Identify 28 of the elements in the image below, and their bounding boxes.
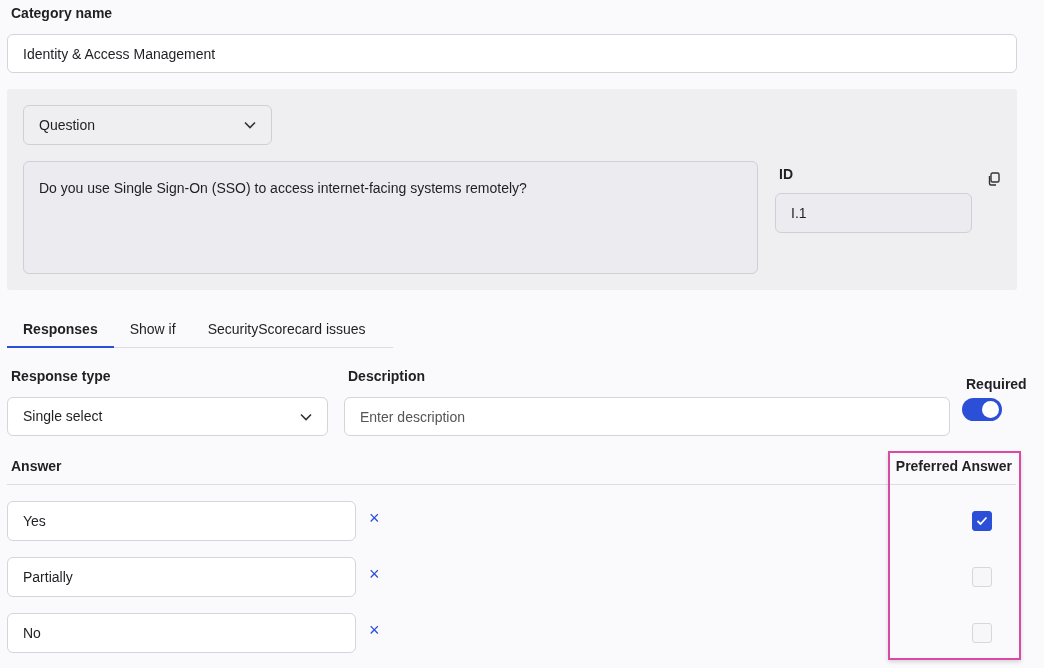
copy-icon[interactable] (987, 172, 1000, 186)
question-type-select[interactable]: Question (23, 105, 272, 145)
id-input[interactable]: I.1 (775, 193, 972, 233)
remove-answer-button[interactable]: × (369, 509, 380, 527)
checkmark-icon (976, 516, 988, 526)
category-name-input[interactable]: Identity & Access Management (7, 34, 1017, 73)
field-label: Description (347, 368, 426, 384)
tab[interactable]: SecurityScorecard issues (191, 312, 382, 348)
preferred-checkbox[interactable] (972, 511, 992, 531)
answer-input[interactable]: No (7, 613, 356, 653)
preferred-answer-column-header: Preferred Answer (895, 458, 1013, 474)
required-toggle[interactable] (962, 398, 1002, 421)
field-label: Response type (10, 368, 112, 384)
remove-answer-button[interactable]: × (369, 621, 380, 639)
chevron-down-icon (300, 412, 312, 421)
required-label: Required (966, 376, 1027, 392)
chevron-down-icon (244, 121, 256, 129)
description-input[interactable]: Enter description (344, 397, 950, 436)
answer-column-header: Answer (10, 458, 62, 474)
field-label: Category name (10, 5, 114, 21)
answer-input[interactable]: Yes (7, 501, 356, 541)
tab[interactable]: Responses (7, 312, 114, 348)
answer-input[interactable]: Partially (7, 557, 356, 597)
remove-answer-button[interactable]: × (369, 565, 380, 583)
question-textarea[interactable]: Do you use Single Sign-On (SSO) to access internet-facing systems remotely? (23, 161, 758, 274)
response-type-select[interactable]: Single select (7, 397, 328, 436)
tab[interactable]: Show if (113, 312, 192, 348)
field-label: ID (778, 166, 794, 182)
